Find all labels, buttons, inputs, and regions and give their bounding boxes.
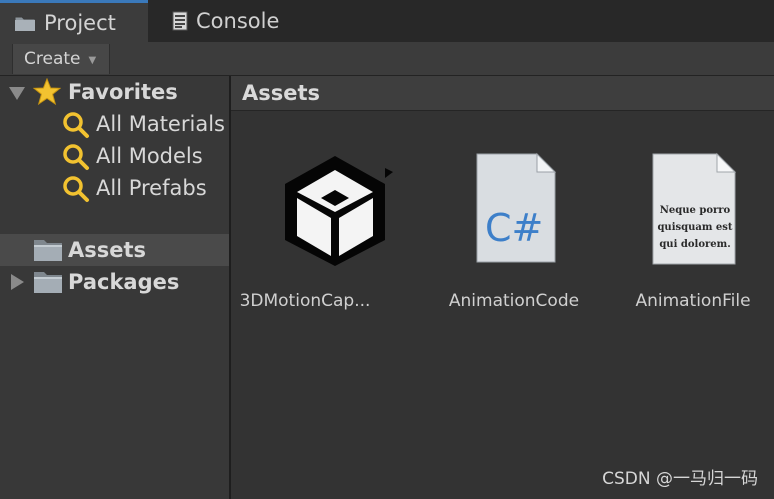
tree-label: Packages [68, 270, 180, 294]
asset-label: AnimationFile [635, 291, 751, 311]
tree-item-all-materials[interactable]: All Materials [0, 108, 229, 140]
tree-label: All Materials [96, 112, 225, 136]
csharp-file-icon: C# [475, 152, 557, 268]
asset-label: 3DMotionCap... [239, 291, 371, 311]
folder-icon [14, 14, 36, 32]
folder-tree: Favorites All Materials All Models All P… [0, 76, 229, 499]
create-label: Create [24, 49, 81, 69]
tab-bar: Project Console [0, 0, 774, 42]
file-preview-text: Neque porro quisquam est qui dolorem. [657, 205, 733, 250]
tree-item-all-prefabs[interactable]: All Prefabs [0, 172, 229, 204]
tree-item-packages[interactable]: Packages [0, 266, 229, 298]
unity-logo-icon [277, 148, 393, 274]
tab-console[interactable]: Console [168, 0, 279, 42]
console-icon [172, 11, 188, 31]
search-icon [62, 175, 90, 203]
text-file-icon: Neque porro quisquam est qui dolorem. [651, 152, 737, 270]
folder-icon [33, 237, 63, 263]
search-icon [62, 143, 90, 171]
tree-label: All Models [96, 144, 203, 168]
tree-label: Favorites [68, 80, 178, 104]
folder-icon [33, 269, 63, 295]
tree-item-favorites[interactable]: Favorites [0, 76, 229, 108]
tree-item-assets[interactable]: Assets [0, 234, 229, 266]
breadcrumb: Assets [231, 76, 774, 111]
tree-item-all-models[interactable]: All Models [0, 140, 229, 172]
tab-label: Project [44, 10, 116, 35]
expand-arrow-icon[interactable] [11, 274, 24, 290]
asset-label: AnimationCode [448, 291, 580, 311]
search-icon [62, 111, 90, 139]
toolbar: Create ▼ [0, 42, 774, 76]
create-button[interactable]: Create ▼ [12, 44, 110, 74]
star-icon [33, 78, 61, 106]
csharp-glyph: C# [485, 206, 544, 250]
tree-label: All Prefabs [96, 176, 207, 200]
tab-project[interactable]: Project [0, 0, 148, 42]
tree-label: Assets [68, 238, 147, 262]
asset-browser: Assets 3DMotionCap... C# AnimationCode N… [231, 76, 774, 499]
tab-label: Console [196, 9, 280, 33]
watermark: CSDN @一马归一码 [602, 469, 758, 489]
expand-arrow-icon[interactable] [9, 87, 25, 100]
chevron-down-icon: ▼ [88, 55, 97, 66]
